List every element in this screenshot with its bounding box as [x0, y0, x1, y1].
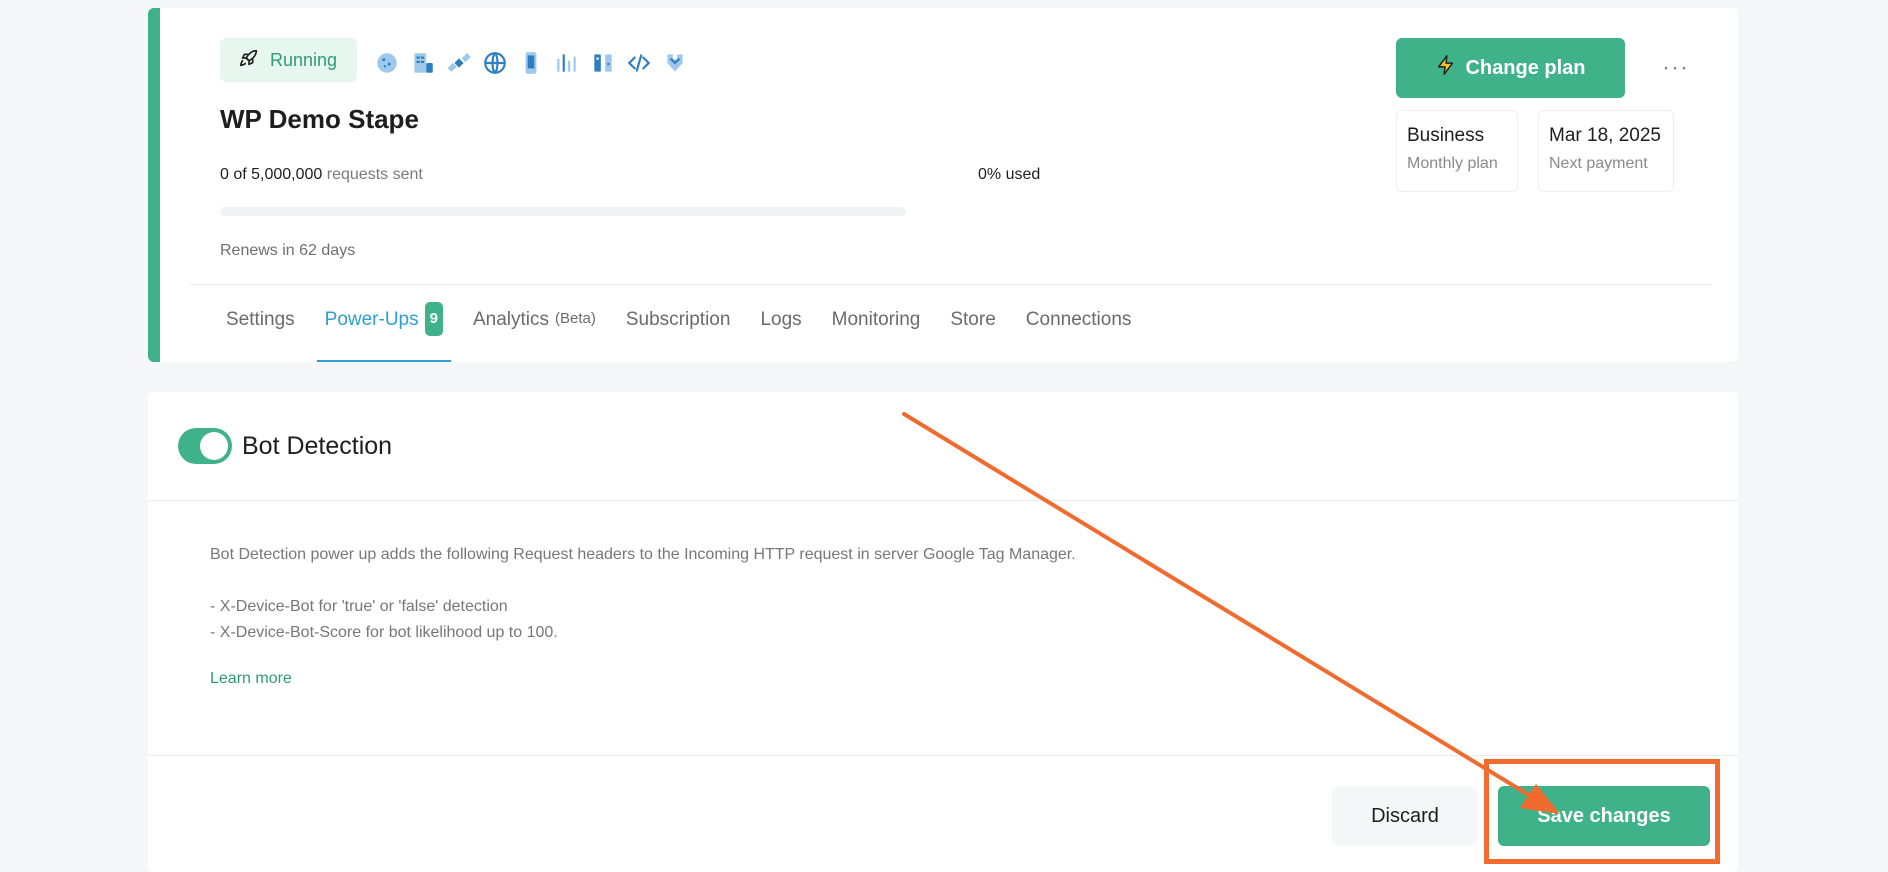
- divider: [148, 755, 1738, 756]
- change-plan-button[interactable]: Change plan: [1396, 38, 1625, 98]
- renews-text: Renews in 62 days: [220, 242, 356, 259]
- description-line: - X-Device-Bot for 'true' or 'false' det…: [210, 598, 508, 615]
- annotation-highlight-box: [1484, 759, 1720, 864]
- requests-count: 0 of 5,000,000: [220, 166, 323, 183]
- powerup-icons: [374, 50, 688, 76]
- bars-icon[interactable]: [554, 50, 580, 76]
- next-payment-date: Mar 18, 2025: [1549, 125, 1661, 146]
- requests-sent: 0 of 5,000,000 requests sent: [220, 166, 423, 184]
- server-icon[interactable]: [410, 50, 436, 76]
- change-plan-label: Change plan: [1465, 56, 1586, 79]
- database-icon[interactable]: [590, 50, 616, 76]
- next-payment-box: Mar 18, 2025 Next payment: [1538, 110, 1674, 192]
- mobile-icon[interactable]: [518, 50, 544, 76]
- lightning-icon: [1435, 54, 1457, 82]
- status-badge: Running: [220, 38, 358, 82]
- puzzle-icon[interactable]: [662, 50, 688, 76]
- status-text: Running: [270, 49, 338, 70]
- more-options-icon[interactable]: ···: [1662, 54, 1689, 82]
- container-name: WP Demo Stape: [220, 104, 419, 134]
- status-accent-bar: [148, 8, 160, 362]
- beta-label: (Beta): [555, 310, 596, 327]
- tab-connections[interactable]: Connections: [1022, 306, 1136, 362]
- description-line: Bot Detection power up adds the followin…: [210, 546, 1076, 563]
- container-tabs: Settings Power-Ups 9 Analytics (Beta) Su…: [222, 302, 1157, 362]
- discard-button[interactable]: Discard: [1332, 786, 1478, 846]
- tab-logs[interactable]: Logs: [756, 306, 805, 362]
- tab-monitoring[interactable]: Monitoring: [828, 306, 925, 362]
- divider: [190, 284, 1712, 285]
- rocket-icon: [238, 47, 260, 74]
- toggle-knob: [200, 432, 228, 460]
- powerup-description: Bot Detection power up adds the followin…: [210, 542, 1410, 646]
- tab-settings[interactable]: Settings: [222, 306, 299, 362]
- container-card: Running WP Demo Stape 0 of 5,000,000 req…: [148, 8, 1738, 362]
- power-ups-count-badge: 9: [424, 302, 443, 336]
- tab-power-ups[interactable]: Power-Ups 9: [316, 302, 452, 362]
- plan-name: Business: [1407, 125, 1485, 146]
- requests-suffix: requests sent: [326, 166, 423, 183]
- description-spacer: [210, 568, 1410, 594]
- tab-store[interactable]: Store: [946, 306, 999, 362]
- plan-type: Monthly plan: [1407, 155, 1498, 172]
- usage-percent: 0% used: [978, 166, 1041, 183]
- description-line: - X-Device-Bot-Score for bot likelihood …: [210, 624, 558, 641]
- code-icon[interactable]: [626, 50, 652, 76]
- usage-progress-bar: [220, 207, 906, 216]
- next-payment-label: Next payment: [1549, 155, 1648, 172]
- tab-analytics[interactable]: Analytics (Beta): [469, 306, 600, 362]
- divider: [148, 500, 1738, 501]
- globe-icon[interactable]: [482, 50, 508, 76]
- learn-more-link[interactable]: Learn more: [210, 670, 292, 688]
- bot-detection-toggle[interactable]: [178, 428, 232, 464]
- tab-subscription[interactable]: Subscription: [622, 306, 735, 362]
- plan-info-box: Business Monthly plan: [1396, 110, 1518, 192]
- satellite-icon[interactable]: [446, 50, 472, 76]
- cookie-icon[interactable]: [374, 50, 400, 76]
- powerup-title: Bot Detection: [242, 432, 393, 460]
